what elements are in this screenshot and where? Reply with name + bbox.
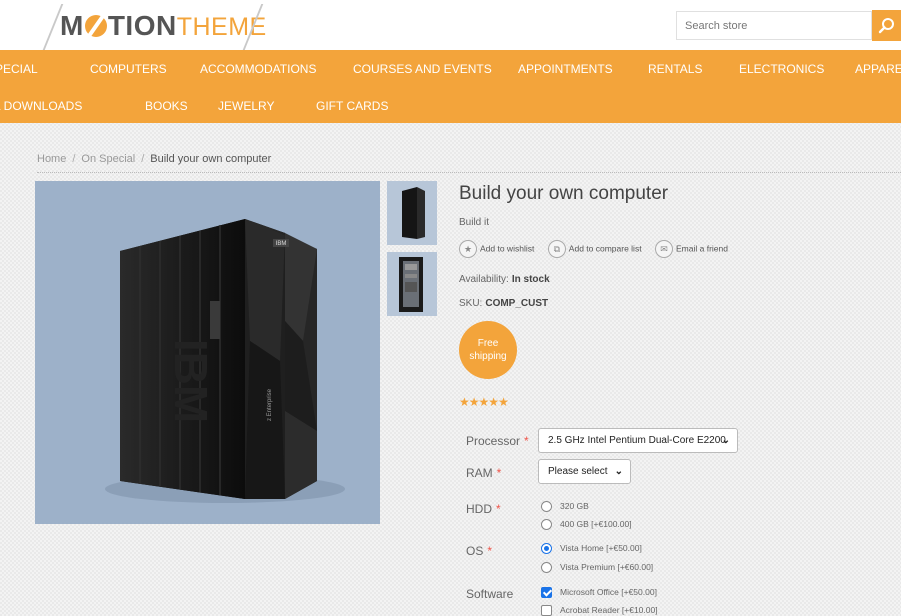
required-marker: *: [496, 502, 501, 516]
ram-selected-value: Please select: [548, 466, 608, 477]
sku-value: COMP_CUST: [485, 298, 549, 309]
required-marker: *: [496, 466, 502, 480]
store-logo[interactable]: M TIONTHEME: [42, 4, 266, 50]
nav-item-gift-cards[interactable]: GIFT CARDS: [316, 99, 388, 113]
hdd-label: HDD *: [466, 502, 501, 516]
breadcrumb-separator: /: [72, 153, 76, 165]
availability-label: Availability:: [459, 274, 509, 285]
availability: Availability: In stock: [459, 274, 550, 285]
compare-icon: ⧉: [547, 240, 566, 258]
email-friend-label: Email a friend: [676, 243, 728, 254]
software-label: Software: [466, 587, 514, 601]
os-radio-vista-home[interactable]: [541, 543, 552, 555]
add-to-compare-label: Add to compare list: [568, 243, 642, 254]
add-to-compare-button[interactable]: ⧉ Add to compare list: [547, 240, 642, 258]
add-to-wishlist-button[interactable]: ★ Add to wishlist: [459, 240, 534, 258]
product-actions: ★ Add to wishlist ⧉ Add to compare list ✉ E…: [459, 240, 737, 259]
hdd-option-400gb[interactable]: 400 GB [+€100.00]: [541, 518, 632, 531]
star-icon: ★: [459, 240, 477, 258]
software-option-acrobat[interactable]: Acrobat Reader [+€10.00]: [541, 604, 658, 616]
nav-item-appointments[interactable]: APPOINTMENTS: [518, 62, 613, 76]
breadcrumb-current: Build your own computer: [150, 153, 272, 165]
product-rating[interactable]: ★★★★★: [459, 393, 509, 411]
nav-item-rentals[interactable]: RENTALS: [648, 62, 702, 76]
site-header: M TIONTHEME: [0, 0, 901, 50]
logo-globe-icon: [84, 15, 107, 37]
os-option-vista-premium[interactable]: Vista Premium [+€60.00]: [541, 561, 653, 574]
breadcrumb-divider: [37, 172, 901, 173]
search-button[interactable]: [872, 10, 901, 41]
nav-item-apparel[interactable]: APPAREL: [855, 62, 901, 76]
product-title: Build your own computer: [459, 183, 669, 204]
free-shipping-line1: Free: [477, 338, 499, 349]
nav-item-electronics[interactable]: ELECTRONICS: [739, 62, 824, 76]
main-navigation: SPECIAL COMPUTERS ACCOMMODATIONS COURSES…: [0, 50, 901, 123]
product-main-image[interactable]: IBM IBM z Enterprise: [35, 181, 380, 524]
add-to-wishlist-label: Add to wishlist: [480, 243, 535, 254]
nav-item-digital-downloads[interactable]: DIGITAL DOWNLOADS: [0, 99, 82, 113]
breadcrumb: Home / On Special / Build your own computer: [37, 153, 271, 165]
os-label: OS *: [466, 544, 493, 558]
required-marker: *: [524, 434, 529, 448]
product-thumbnail-2[interactable]: [387, 252, 437, 316]
software-checkbox-ms-office[interactable]: [541, 587, 552, 599]
logo-text: M TIONTHEME: [60, 10, 267, 41]
rating-star-icon: ★: [498, 395, 509, 409]
software-option-ms-office[interactable]: Microsoft Office [+€50.00]: [541, 586, 657, 599]
processor-select[interactable]: 2.5 GHz Intel Pentium Dual-Core E2200 ⌄: [538, 428, 738, 453]
free-shipping-badge: Free shipping: [459, 321, 517, 379]
processor-label: Processor *: [466, 434, 529, 448]
product-short-description: Build it: [459, 217, 490, 228]
processor-selected-value: 2.5 GHz Intel Pentium Dual-Core E2200: [548, 435, 726, 446]
breadcrumb-category[interactable]: On Special: [81, 153, 135, 165]
nav-item-on-special[interactable]: SPECIAL: [0, 62, 38, 76]
ram-select[interactable]: Please select ⌄: [538, 459, 631, 484]
nav-item-computers[interactable]: COMPUTERS: [90, 62, 167, 76]
nav-item-books[interactable]: BOOKS: [145, 99, 188, 113]
search-input[interactable]: [676, 11, 872, 40]
hdd-radio-320gb[interactable]: [541, 501, 552, 513]
chevron-down-icon: ⌄: [721, 435, 730, 446]
sku-label: SKU:: [459, 298, 483, 309]
nav-item-accommodations[interactable]: ACCOMMODATIONS: [200, 62, 316, 76]
email-friend-button[interactable]: ✉ Email a friend: [655, 240, 728, 258]
nav-item-courses-and-events[interactable]: COURSES AND EVENTS: [353, 62, 492, 76]
chevron-down-icon: ⌄: [614, 466, 623, 477]
product-thumbnail-1[interactable]: [387, 181, 437, 245]
hdd-radio-400gb[interactable]: [541, 519, 552, 531]
breadcrumb-separator: /: [141, 153, 145, 165]
os-option-vista-home[interactable]: Vista Home [+€50.00]: [541, 542, 642, 555]
hdd-option-320gb[interactable]: 320 GB: [541, 500, 589, 513]
breadcrumb-home[interactable]: Home: [37, 153, 66, 165]
os-radio-vista-premium[interactable]: [541, 562, 552, 574]
email-icon: ✉: [655, 240, 674, 258]
nav-item-jewelry[interactable]: JEWELRY: [218, 99, 274, 113]
product-picture: IBM IBM z Enterprise: [105, 219, 345, 503]
search-icon: [878, 18, 894, 34]
required-marker: *: [487, 544, 493, 558]
software-checkbox-acrobat[interactable]: [541, 605, 552, 616]
free-shipping-line2: shipping: [469, 351, 507, 362]
image-side-label: z Enterprise: [267, 388, 273, 421]
image-brand-text: IBM: [165, 339, 217, 423]
ram-label: RAM *: [466, 466, 502, 480]
svg-text:IBM: IBM: [276, 241, 287, 247]
sku: SKU: COMP_CUST: [459, 298, 548, 309]
availability-value: In stock: [511, 274, 550, 285]
